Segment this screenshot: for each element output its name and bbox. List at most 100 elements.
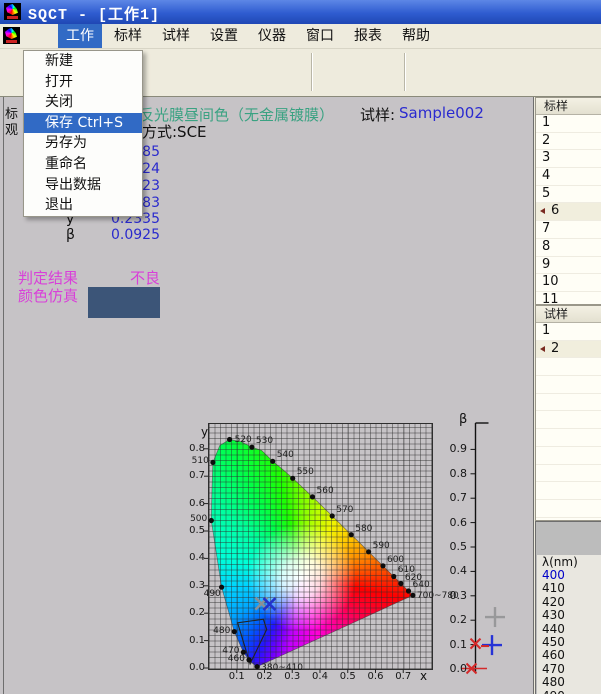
menu-item-打开[interactable]: 打开: [24, 72, 142, 93]
menu-item-保存 Ctrl+S[interactable]: 保存 Ctrl+S: [24, 113, 142, 134]
value-beta: 0.0925: [111, 227, 160, 243]
menu-item-另存为[interactable]: 另存为: [24, 133, 142, 154]
wavelength-list: λ(nm) 400410420430440450460470480490: [537, 555, 601, 694]
standard-row-6[interactable]: 6: [536, 203, 601, 221]
y-tick-0.7: 0.7: [183, 470, 205, 481]
menu-帮助[interactable]: 帮助: [394, 24, 438, 48]
wavelength-label-560: 560: [317, 486, 334, 496]
wavelength-row-400[interactable]: 400: [537, 569, 601, 582]
beta-tick-0.1: 0.1: [447, 638, 467, 651]
standard-row-8[interactable]: 8: [536, 239, 601, 257]
trial-row-empty: [536, 376, 601, 394]
wavelength-label-590: 590: [373, 541, 390, 551]
standard-row-3[interactable]: 3: [536, 150, 601, 168]
sample-label: 试样:: [360, 104, 395, 125]
selected-marker: [540, 346, 545, 352]
wavelength-label-550: 550: [297, 467, 314, 477]
standard-row-5[interactable]: 5: [536, 186, 601, 204]
standard-row-1[interactable]: 1: [536, 115, 601, 133]
standard-row-11[interactable]: 11: [536, 292, 601, 305]
menu-item-导出数据[interactable]: 导出数据: [24, 175, 142, 196]
standard-row-10[interactable]: 10: [536, 274, 601, 292]
trial-rows: 12: [536, 323, 601, 521]
wavelength-panel: λ(nm) 400410420430440450460470480490: [535, 521, 601, 694]
wavelength-label-640: 640: [413, 580, 430, 590]
standard-row-4[interactable]: 4: [536, 168, 601, 186]
beta-axis-title: β: [459, 412, 467, 427]
x-tick-0.2: 0.2: [257, 671, 273, 682]
y-tick-0.4: 0.4: [183, 552, 205, 563]
wavelength-row-470[interactable]: 470: [537, 663, 601, 676]
menu-item-新建[interactable]: 新建: [24, 51, 142, 72]
wavelength-label-600: 600: [387, 555, 404, 565]
standard-row-9[interactable]: 9: [536, 257, 601, 275]
app-icon: [4, 3, 21, 20]
wavelength-row-440[interactable]: 440: [537, 623, 601, 636]
x-tick-0.6: 0.6: [368, 671, 384, 682]
wavelength-row-420[interactable]: 420: [537, 596, 601, 609]
partial-value: 83: [142, 195, 160, 211]
wavelength-label-530: 530: [256, 436, 273, 446]
observer-label-fragment: 观: [5, 119, 18, 138]
beta-tick-0.9: 0.9: [447, 442, 467, 455]
menu-bar: 工作标样试样设置仪器窗口报表帮助: [0, 24, 601, 49]
standard-list: 标样 1234567891011: [535, 97, 601, 305]
menu-设置[interactable]: 设置: [202, 24, 246, 48]
standard-row-2[interactable]: 2: [536, 133, 601, 151]
wavelength-row-430[interactable]: 430: [537, 609, 601, 622]
beta-tick-0.5: 0.5: [447, 540, 467, 553]
toolbar-separator: [311, 53, 312, 91]
menu-item-退出[interactable]: 退出: [24, 195, 142, 216]
trial-row-2[interactable]: 2: [536, 341, 601, 359]
trial-row-empty: [536, 411, 601, 429]
y-tick-0.0: 0.0: [183, 662, 205, 673]
judgement-result: 不良: [130, 267, 160, 288]
sample-name: Sample002: [399, 104, 484, 122]
wavelength-label-520: 520: [235, 435, 252, 445]
standard-list-header: 标样: [536, 98, 601, 115]
menu-item-关闭[interactable]: 关闭: [24, 92, 142, 113]
document-icon[interactable]: [3, 27, 20, 44]
trial-row-empty: [536, 447, 601, 465]
trial-list: 试样 12: [535, 305, 601, 521]
color-simulation-label: 颜色仿真: [18, 285, 78, 306]
wavelength-row-490[interactable]: 490: [537, 690, 601, 694]
wavelength-label-460: 460: [228, 654, 245, 664]
menu-报表[interactable]: 报表: [346, 24, 390, 48]
wavelength-label-580: 580: [355, 524, 372, 534]
menu-仪器[interactable]: 仪器: [250, 24, 294, 48]
x-tick-0.7: 0.7: [395, 671, 411, 682]
wavelength-header: λ(nm): [537, 555, 601, 569]
trial-row-empty: [536, 429, 601, 447]
menu-试样[interactable]: 试样: [154, 24, 198, 48]
wavelength-row-480[interactable]: 480: [537, 676, 601, 689]
partial-value: 85: [142, 144, 160, 160]
y-tick-0.5: 0.5: [183, 525, 205, 536]
window-title: SQCT - [工作1]: [28, 3, 160, 24]
standard-rows: 1234567891011: [536, 115, 601, 305]
trial-row-1[interactable]: 1: [536, 323, 601, 341]
beta-tick-0.7: 0.7: [447, 491, 467, 504]
wavelength-row-410[interactable]: 410: [537, 582, 601, 595]
value-row-beta: β 0.0925: [66, 227, 160, 243]
menu-窗口[interactable]: 窗口: [298, 24, 342, 48]
beta-tick-0.8: 0.8: [447, 467, 467, 480]
wavelength-rows: 400410420430440450460470480490: [537, 569, 601, 694]
wavelength-row-460[interactable]: 460: [537, 649, 601, 662]
standard-row-7[interactable]: 7: [536, 221, 601, 239]
menu-标样[interactable]: 标样: [106, 24, 150, 48]
trial-list-header: 试样: [536, 306, 601, 323]
toolbar-separator: [404, 53, 405, 91]
selected-marker: [540, 208, 545, 214]
y-tick-0.2: 0.2: [183, 607, 205, 618]
file-menu-dropdown: 新建打开关闭保存 Ctrl+S另存为重命名导出数据退出: [23, 50, 143, 217]
x-axis-title: x: [420, 669, 427, 683]
wavelength-label-480: 480: [213, 626, 230, 636]
menu-item-重命名[interactable]: 重命名: [24, 154, 142, 175]
title-bar[interactable]: SQCT - [工作1]: [0, 0, 601, 24]
wavelength-label-490: 490: [204, 589, 221, 599]
wavelength-row-450[interactable]: 450: [537, 636, 601, 649]
menu-工作[interactable]: 工作: [58, 24, 102, 48]
wavelength-label-570: 570: [336, 505, 353, 515]
beta-tick-0.4: 0.4: [447, 564, 467, 577]
